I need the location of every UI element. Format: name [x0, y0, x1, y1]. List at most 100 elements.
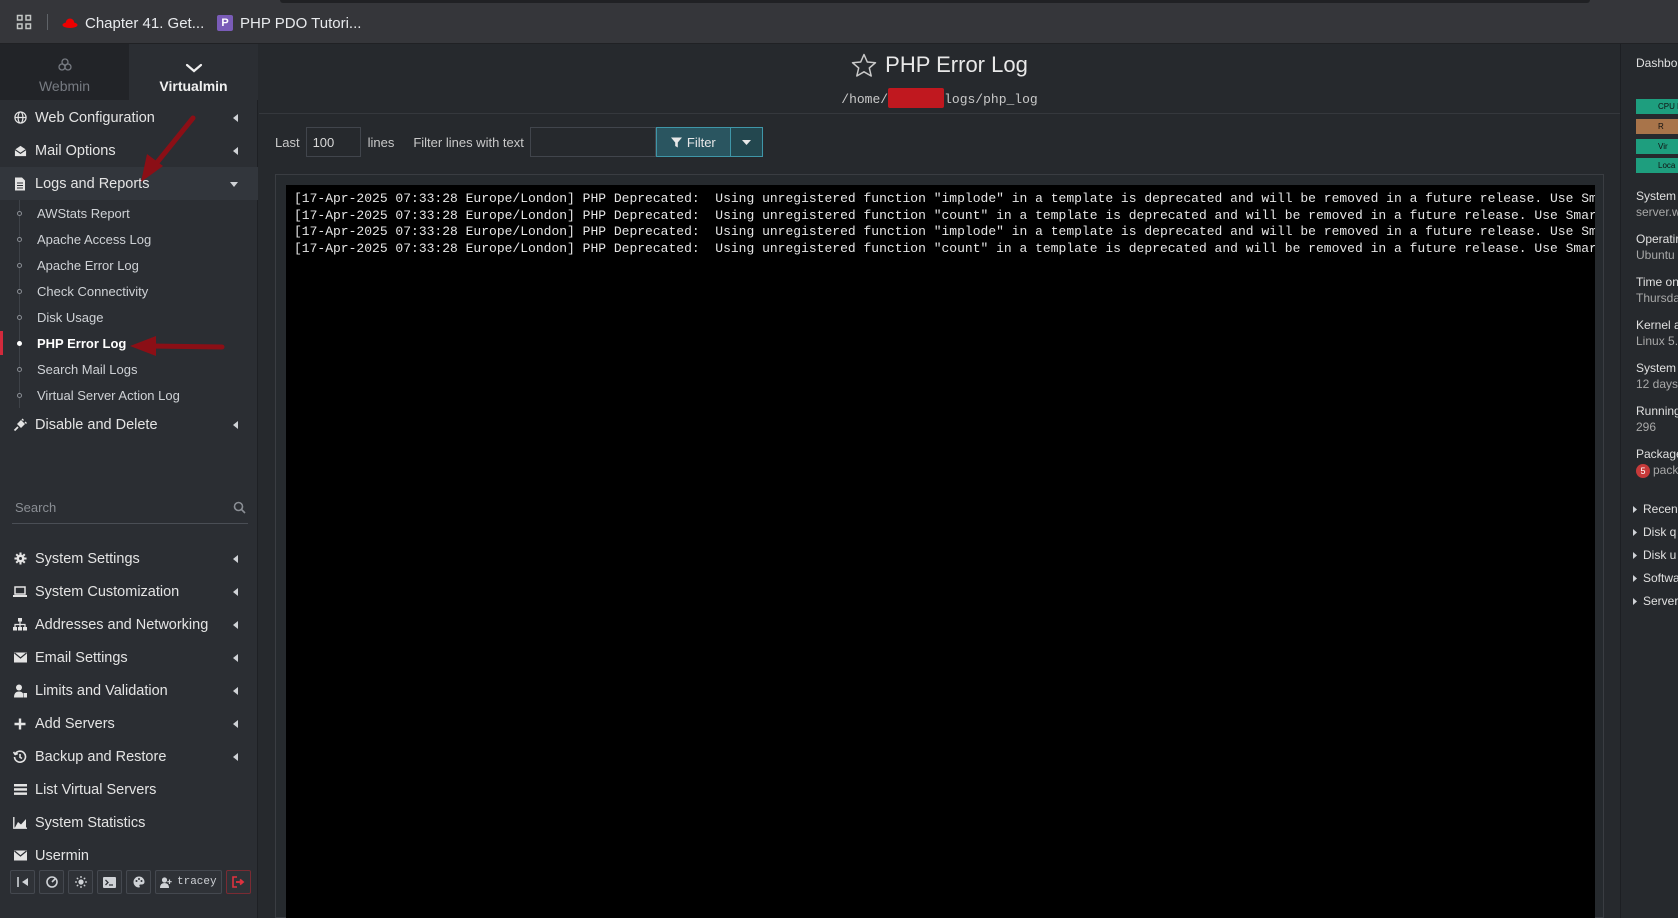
accordion-label: Disk u	[1643, 548, 1677, 562]
sidebar-item-system-settings[interactable]: System Settings	[0, 542, 258, 575]
accordion-label: Disk q	[1643, 525, 1677, 539]
sidebar-search	[12, 492, 248, 524]
redhat-icon	[62, 15, 78, 31]
sidebar-item-label: System Customization	[35, 583, 180, 600]
submenu-disk-usage[interactable]: Disk Usage	[0, 304, 258, 330]
sidebar-item-system-customization[interactable]: System Customization	[0, 575, 258, 608]
logs-submenu: AWStats Report Apache Access Log Apache …	[0, 200, 258, 408]
info-value: Linux 5.	[1636, 334, 1678, 348]
caret-right-icon	[1633, 574, 1637, 582]
sidebar-item-label: Email Settings	[35, 649, 128, 666]
envelope-icon	[13, 651, 27, 665]
submenu-check-connectivity[interactable]: Check Connectivity	[0, 278, 258, 304]
sidebar-item-label: Disable and Delete	[35, 416, 158, 433]
logout-button[interactable]	[225, 870, 251, 894]
sidebar-item-mail-options[interactable]: Mail Options	[0, 134, 258, 167]
sidebar-item-label: Mail Options	[35, 142, 116, 159]
sidebar-item-limits-and-validation[interactable]: Limits and Validation	[0, 674, 258, 707]
info-label: Running	[1636, 404, 1678, 418]
theme-toggle-button[interactable]	[68, 870, 93, 894]
terminal-button[interactable]	[97, 870, 122, 894]
cpu-load-bar: CPU l	[1636, 99, 1678, 114]
submenu-php-error-log[interactable]: PHP Error Log	[0, 330, 258, 356]
tab-webmin-label: Webmin	[38, 78, 91, 94]
submenu-label: Disk Usage	[37, 309, 104, 325]
submenu-apache-access-log[interactable]: Apache Access Log	[0, 226, 258, 252]
sidebar-item-disable-and-delete[interactable]: Disable and Delete	[0, 408, 258, 441]
search-icon[interactable]	[233, 501, 246, 514]
username-label: tracey	[177, 876, 217, 888]
sidebar-item-label: Web Configuration	[35, 109, 155, 126]
bookmarks-bar: Chapter 41. Get... P PHP PDO Tutori...	[0, 0, 1678, 44]
submenu-virtual-server-action-log[interactable]: Virtual Server Action Log	[0, 382, 258, 408]
log-output[interactable]: [17-Apr-2025 07:33:28 Europe/London] PHP…	[286, 185, 1595, 918]
webmin-logo-icon	[57, 57, 73, 73]
accordion-servers[interactable]: Server	[1633, 594, 1678, 608]
virtual-memory-bar: Vir	[1636, 139, 1678, 154]
caret-left-icon	[233, 588, 238, 596]
palette-button[interactable]	[126, 870, 151, 894]
info-value: 296	[1636, 420, 1657, 434]
sidebar-item-add-servers[interactable]: Add Servers	[0, 707, 258, 740]
sidebar-item-list-virtual-servers[interactable]: List Virtual Servers	[0, 773, 258, 806]
search-input[interactable]	[12, 500, 212, 515]
apps-grid-icon[interactable]	[16, 14, 32, 30]
laptop-icon	[13, 585, 27, 599]
caret-right-icon	[1633, 505, 1637, 513]
lines-count-input[interactable]	[305, 127, 361, 157]
user-account-button[interactable]: tracey	[155, 870, 222, 894]
sidebar-item-email-settings[interactable]: Email Settings	[0, 641, 258, 674]
active-indicator	[0, 331, 3, 355]
tab-strip-edge	[280, 0, 1590, 3]
sidebar-item-system-statistics[interactable]: System Statistics	[0, 806, 258, 839]
sidebar-footer: tracey	[10, 870, 251, 894]
envelope-icon	[13, 849, 27, 863]
submenu-awstats-report[interactable]: AWStats Report	[0, 200, 258, 226]
info-label: System	[1636, 361, 1677, 375]
submenu-search-mail-logs[interactable]: Search Mail Logs	[0, 356, 258, 382]
filter-text-label: Filter lines with text	[413, 134, 524, 150]
sidebar-item-addresses-and-networking[interactable]: Addresses and Networking	[0, 608, 258, 641]
dashboard-title[interactable]: Dashbo	[1636, 56, 1677, 70]
submenu-label: AWStats Report	[37, 205, 130, 221]
accordion-label: Softwa	[1643, 571, 1678, 585]
bookmark-chapter-41[interactable]: Chapter 41. Get...	[62, 12, 204, 34]
accordion-disk-quotas[interactable]: Disk q	[1633, 525, 1676, 539]
bullet-icon	[17, 341, 22, 346]
bar-label: Loca	[1658, 161, 1676, 170]
dashboard-gauge-button[interactable]	[39, 870, 64, 894]
packages-value[interactable]: 5 pack	[1636, 463, 1678, 478]
sidebar-item-label: System Settings	[35, 550, 140, 567]
area-chart-icon	[13, 816, 27, 830]
bookmark-php-pdo[interactable]: P PHP PDO Tutori...	[217, 12, 361, 34]
accordion-software[interactable]: Softwa	[1633, 571, 1678, 585]
filter-text-input[interactable]	[529, 127, 656, 157]
collapse-sidebar-button[interactable]	[10, 870, 35, 894]
bookmark-label: PHP PDO Tutori...	[240, 14, 362, 32]
filter-button[interactable]: Filter	[655, 127, 731, 157]
star-icon[interactable]	[851, 53, 877, 78]
sidebar-item-backup-and-restore[interactable]: Backup and Restore	[0, 740, 258, 773]
bullet-icon	[17, 263, 22, 268]
submenu-apache-error-log[interactable]: Apache Error Log	[0, 252, 258, 278]
sidebar-item-web-configuration[interactable]: Web Configuration	[0, 101, 258, 134]
tab-webmin[interactable]: Webmin	[0, 44, 129, 100]
accordion-disk-usage[interactable]: Disk u	[1633, 548, 1676, 562]
sidebar-item-logs-and-reports[interactable]: Logs and Reports	[0, 167, 258, 200]
sidebar-item-label: Limits and Validation	[35, 682, 168, 699]
accordion-label: Recen	[1643, 502, 1678, 516]
sidebar-item-label: Logs and Reports	[35, 175, 150, 192]
chevron-down-icon	[185, 63, 203, 73]
filter-dropdown-button[interactable]	[730, 127, 763, 157]
lines-label: lines	[367, 134, 395, 150]
accordion-recent[interactable]: Recen	[1633, 502, 1678, 516]
log-file-path: /home/logs/php_log	[259, 88, 1620, 108]
sitemap-icon	[13, 618, 27, 632]
bullet-icon	[17, 393, 22, 398]
sidebar-tabs: Webmin Virtualmin	[0, 44, 258, 100]
sidebar-item-usermin[interactable]: Usermin	[0, 839, 258, 872]
caret-right-icon	[1633, 528, 1637, 536]
file-text-icon	[13, 177, 27, 191]
tab-virtualmin[interactable]: Virtualmin	[129, 44, 258, 100]
log-line: [17-Apr-2025 07:33:28 Europe/London] PHP…	[294, 207, 1595, 223]
